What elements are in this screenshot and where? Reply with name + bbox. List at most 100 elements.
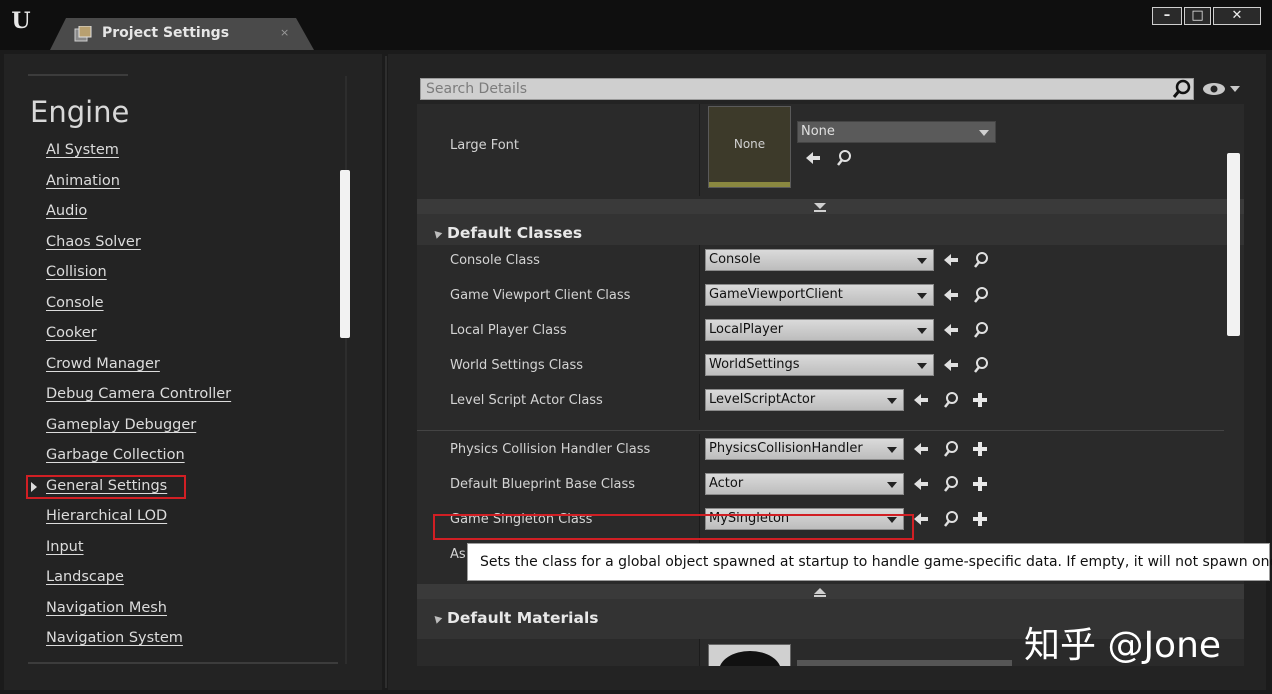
sidebar-item-animation[interactable]: Animation: [46, 173, 120, 189]
sidebar-item-debug-camera-controller[interactable]: Debug Camera Controller: [46, 386, 231, 402]
column-splitter[interactable]: [699, 434, 700, 469]
class-picker-dropdown[interactable]: PhysicsCollisionHandler: [705, 438, 904, 460]
chevron-down-icon: [917, 258, 927, 264]
chevron-down-icon: [917, 363, 927, 369]
column-splitter[interactable]: [699, 245, 700, 280]
class-picker-value: GameViewportClient: [709, 287, 843, 302]
sidebar-item-audio[interactable]: Audio: [46, 203, 87, 219]
tab-close-icon[interactable]: ×: [280, 26, 289, 39]
reset-arrow-icon[interactable]: [912, 391, 930, 409]
minimize-button[interactable]: –: [1152, 7, 1182, 25]
chevron-down-icon: [887, 398, 897, 404]
thumbnail-label: None: [733, 137, 766, 151]
advanced-collapse-bar[interactable]: [417, 199, 1244, 215]
class-picker-dropdown[interactable]: WorldSettings: [705, 354, 934, 376]
search-details-input[interactable]: Search Details: [420, 78, 1194, 100]
browse-search-icon[interactable]: [972, 356, 990, 374]
sidebar-item-cooker[interactable]: Cooker: [46, 325, 97, 341]
sidebar-item-chaos-solver[interactable]: Chaos Solver: [46, 234, 141, 250]
large-font-dropdown[interactable]: None: [797, 121, 996, 143]
browse-search-icon[interactable]: [942, 391, 960, 409]
property-label: As: [450, 547, 466, 562]
sidebar-item-collision[interactable]: Collision: [46, 264, 107, 280]
sidebar-item-landscape[interactable]: Landscape: [46, 569, 124, 585]
panel-splitter[interactable]: [385, 56, 387, 688]
add-plus-icon[interactable]: [971, 391, 989, 409]
sidebar-scroll-track[interactable]: [345, 76, 347, 664]
add-plus-icon[interactable]: [971, 475, 989, 493]
tab-title: Project Settings: [102, 25, 230, 41]
material-thumbnail[interactable]: [708, 644, 791, 666]
reset-arrow-icon[interactable]: [942, 286, 960, 304]
sidebar-item-console[interactable]: Console: [46, 295, 104, 311]
maximize-button[interactable]: □: [1184, 7, 1211, 25]
close-window-button[interactable]: ✕: [1213, 7, 1261, 25]
tab-project-settings[interactable]: Project Settings ×: [50, 18, 314, 50]
reset-arrow-icon[interactable]: [942, 356, 960, 374]
reset-arrow-icon[interactable]: [912, 475, 930, 493]
property-label: Game Viewport Client Class: [450, 288, 631, 303]
large-font-label: Large Font: [450, 138, 520, 153]
chevron-down-icon: [979, 130, 989, 136]
sidebar-scrollbar[interactable]: [340, 170, 350, 338]
advanced-expand-bar[interactable]: [417, 584, 1244, 600]
expand-down-icon: [814, 203, 826, 212]
unreal-logo-icon: U: [11, 8, 31, 34]
material-sphere: [719, 651, 781, 666]
selection-highlight-box: [26, 475, 186, 499]
class-picker-dropdown[interactable]: Actor: [705, 473, 904, 495]
row-group-divider: [417, 430, 1224, 431]
column-splitter[interactable]: [699, 639, 700, 666]
add-plus-icon[interactable]: [971, 440, 989, 458]
reset-arrow-icon[interactable]: [804, 149, 822, 167]
browse-search-icon[interactable]: [942, 475, 960, 493]
details-scrollbar[interactable]: [1227, 153, 1240, 336]
class-picker-dropdown[interactable]: LocalPlayer: [705, 319, 934, 341]
sidebar-item-hierarchical-lod[interactable]: Hierarchical LOD: [46, 508, 167, 524]
column-splitter[interactable]: [699, 385, 700, 420]
browse-search-icon[interactable]: [942, 440, 960, 458]
browse-search-icon[interactable]: [972, 251, 990, 269]
view-options-eye-icon[interactable]: [1202, 80, 1242, 98]
property-label: Level Script Actor Class: [450, 393, 603, 408]
browse-search-icon[interactable]: [942, 510, 960, 528]
sidebar-item-navigation-system[interactable]: Navigation System: [46, 630, 183, 646]
large-font-value: None: [801, 124, 835, 139]
collapse-up-icon: [814, 588, 826, 597]
sidebar-item-navigation-mesh[interactable]: Navigation Mesh: [46, 600, 167, 616]
column-splitter[interactable]: [699, 315, 700, 350]
browse-search-icon[interactable]: [972, 321, 990, 339]
sidebar-item-gameplay-debugger[interactable]: Gameplay Debugger: [46, 417, 196, 433]
class-picker-dropdown[interactable]: LevelScriptActor: [705, 389, 904, 411]
browse-search-icon[interactable]: [835, 149, 853, 167]
reset-arrow-icon[interactable]: [912, 510, 930, 528]
collapse-triangle-icon: [431, 613, 443, 624]
reset-arrow-icon[interactable]: [942, 321, 960, 339]
sidebar-item-garbage-collection[interactable]: Garbage Collection: [46, 447, 185, 463]
column-splitter[interactable]: [699, 280, 700, 315]
sidebar-item-input[interactable]: Input: [46, 539, 84, 555]
column-splitter[interactable]: [699, 350, 700, 385]
chevron-down-icon: [887, 482, 897, 488]
reset-arrow-icon[interactable]: [942, 251, 960, 269]
font-thumbnail[interactable]: None: [708, 106, 791, 188]
chevron-down-icon: [917, 293, 927, 299]
category-title: Default Classes: [447, 224, 583, 242]
property-label: Physics Collision Handler Class: [450, 442, 651, 457]
sidebar-top-divider: [28, 74, 128, 76]
property-label: Local Player Class: [450, 323, 567, 338]
sidebar-item-crowd-manager[interactable]: Crowd Manager: [46, 356, 160, 372]
browse-search-icon[interactable]: [972, 286, 990, 304]
column-splitter[interactable]: [699, 469, 700, 504]
reset-arrow-icon[interactable]: [912, 440, 930, 458]
settings-tab-icon: [74, 26, 92, 42]
material-dropdown[interactable]: [797, 660, 1012, 666]
class-picker-value: WorldSettings: [709, 357, 800, 372]
search-icon[interactable]: [1172, 79, 1192, 99]
class-picker-dropdown[interactable]: Console: [705, 249, 934, 271]
add-plus-icon[interactable]: [971, 510, 989, 528]
thumbnail-color-bar: [709, 182, 790, 187]
column-splitter[interactable]: [699, 104, 700, 196]
sidebar-item-ai-system[interactable]: AI System: [46, 142, 119, 158]
class-picker-dropdown[interactable]: GameViewportClient: [705, 284, 934, 306]
